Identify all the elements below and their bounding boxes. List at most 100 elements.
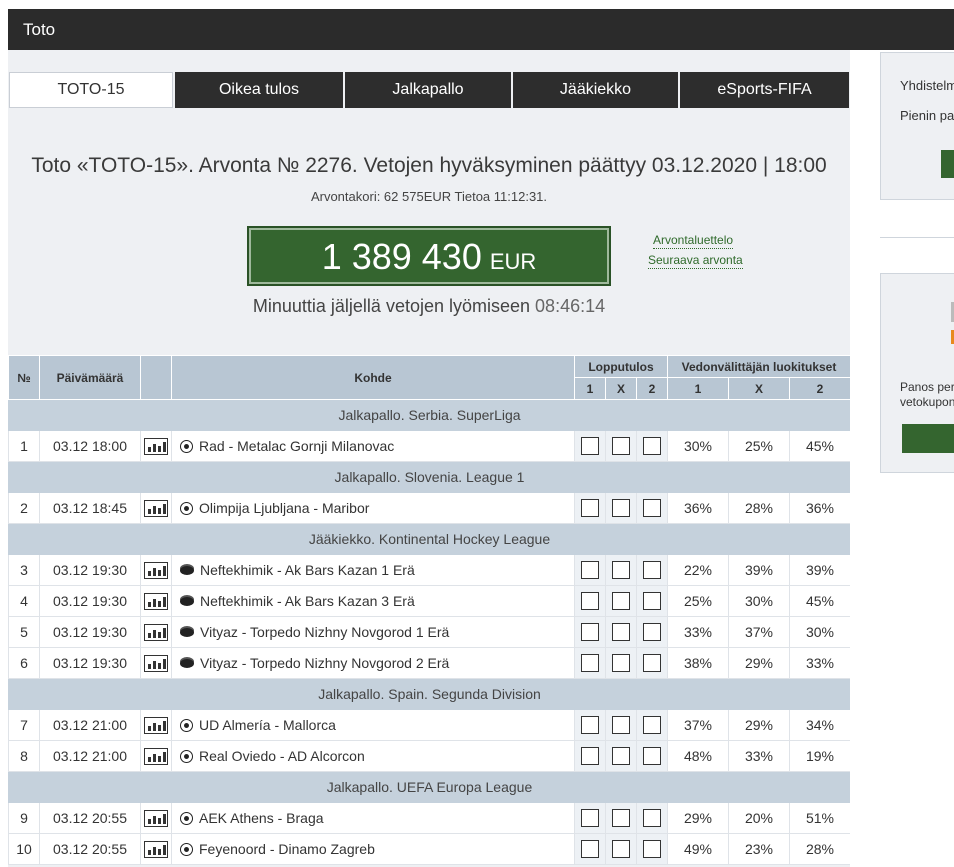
outcome-2-cell (636, 833, 668, 865)
odds-x: 28% (728, 492, 790, 524)
outcome-1-checkbox[interactable] (581, 809, 599, 828)
odds-2: 45% (789, 585, 850, 617)
odds-2: 19% (789, 740, 850, 772)
outcome-1-cell (574, 492, 606, 524)
outcome-x-checkbox[interactable] (612, 499, 630, 518)
min-stake-label: Pienin pa (900, 108, 954, 123)
panel-divider (880, 237, 954, 238)
outcome-x-checkbox[interactable] (612, 437, 630, 456)
stats-chart-icon[interactable] (144, 654, 168, 672)
outcome-2-checkbox[interactable] (643, 437, 661, 456)
outcome-2-checkbox[interactable] (643, 716, 661, 735)
outcome-x-checkbox[interactable] (612, 592, 630, 611)
outcome-1-checkbox[interactable] (581, 437, 599, 456)
outcome-x-checkbox[interactable] (612, 623, 630, 642)
tab-esports-fifa[interactable]: eSports-FIFA (680, 72, 849, 108)
outcome-1-checkbox[interactable] (581, 716, 599, 735)
hockey-puck-icon (180, 659, 194, 668)
outcome-2-checkbox[interactable] (643, 809, 661, 828)
event-name: UD Almería - Mallorca (199, 717, 336, 733)
outcome-x-checkbox[interactable] (612, 747, 630, 766)
league-group-row: Jalkapallo. UEFA Europa League (8, 771, 850, 803)
hockey-puck-icon (180, 566, 194, 575)
stats-chart-icon[interactable] (144, 499, 168, 517)
event-name: Vityaz - Torpedo Nizhny Novgorod 2 Erä (200, 655, 450, 671)
outcome-x-cell (605, 430, 637, 462)
football-icon (180, 502, 193, 515)
stats-chart-icon[interactable] (144, 592, 168, 610)
stats-cell (140, 430, 172, 462)
col-header-date: Päivämäärä (39, 355, 141, 400)
outcome-1-checkbox[interactable] (581, 654, 599, 673)
stats-cell (140, 554, 172, 586)
outcome-1-checkbox[interactable] (581, 840, 599, 859)
event-cell: UD Almería - Mallorca (171, 709, 575, 741)
next-draw-link[interactable]: Seuraava arvonta (648, 253, 743, 269)
odds-x: 39% (728, 554, 790, 586)
tab-toto-15[interactable]: TOTO-15 (9, 72, 173, 108)
panel-green-button[interactable] (941, 150, 954, 178)
event-name: Neftekhimik - Ak Bars Kazan 3 Erä (200, 593, 415, 609)
tab-oikea-tulos[interactable]: Oikea tulos (175, 72, 343, 108)
outcome-2-cell (636, 585, 668, 617)
hockey-puck-icon (180, 628, 194, 637)
outcome-x-cell (605, 709, 637, 741)
outcome-x-checkbox[interactable] (612, 561, 630, 580)
outcome-1-checkbox[interactable] (581, 623, 599, 642)
event-name: Olimpija Ljubljana - Maribor (199, 500, 370, 516)
stats-chart-icon[interactable] (144, 747, 168, 765)
outcome-1-checkbox[interactable] (581, 747, 599, 766)
outcome-x-checkbox[interactable] (612, 716, 630, 735)
event-cell: Vityaz - Torpedo Nizhny Novgorod 1 Erä (171, 616, 575, 648)
match-row: 8 03.12 21:00 Real Oviedo - AD Alcorcon 48%… (8, 740, 850, 772)
tab-jalkapallo[interactable]: Jalkapallo (345, 72, 511, 108)
stats-chart-icon[interactable] (144, 623, 168, 641)
outcome-2-cell (636, 430, 668, 462)
match-date: 03.12 19:30 (39, 647, 141, 679)
football-icon (180, 812, 193, 825)
outcome-1-checkbox[interactable] (581, 561, 599, 580)
match-date: 03.12 21:00 (39, 740, 141, 772)
match-date: 03.12 18:00 (39, 430, 141, 462)
jackpot-display: 1 389 430 EUR (247, 226, 611, 286)
event-name: Neftekhimik - Ak Bars Kazan 1 Erä (200, 562, 415, 578)
title-bar: Toto (8, 9, 954, 50)
match-row: 6 03.12 19:30 Vityaz - Torpedo Nizhny Novg… (8, 647, 850, 679)
outcome-2-checkbox[interactable] (643, 623, 661, 642)
outcome-2-checkbox[interactable] (643, 840, 661, 859)
odds-x: 29% (728, 709, 790, 741)
odds-1: 38% (667, 647, 729, 679)
league-group-label: Jalkapallo. Slovenia. League 1 (8, 461, 850, 493)
outcome-2-checkbox[interactable] (643, 654, 661, 673)
outcome-2-checkbox[interactable] (643, 499, 661, 518)
football-icon (180, 719, 193, 732)
stats-chart-icon[interactable] (144, 809, 168, 827)
odds-2: 36% (789, 492, 850, 524)
col-header-final-result: Lopputulos (574, 355, 668, 378)
stats-chart-icon[interactable] (144, 561, 168, 579)
odds-2: 45% (789, 430, 850, 462)
col-header-odds-2: 2 (789, 377, 850, 400)
outcome-x-checkbox[interactable] (612, 840, 630, 859)
outcome-x-checkbox[interactable] (612, 809, 630, 828)
event-cell: Neftekhimik - Ak Bars Kazan 1 Erä (171, 554, 575, 586)
tab-jaakiekko[interactable]: Jääkiekko (513, 72, 678, 108)
outcome-1-checkbox[interactable] (581, 499, 599, 518)
stats-chart-icon[interactable] (144, 716, 168, 734)
outcome-2-checkbox[interactable] (643, 592, 661, 611)
outcome-1-checkbox[interactable] (581, 592, 599, 611)
league-group-row: Jalkapallo. Spain. Segunda Division (8, 678, 850, 710)
stats-cell (140, 492, 172, 524)
match-date: 03.12 19:30 (39, 554, 141, 586)
outcome-x-checkbox[interactable] (612, 654, 630, 673)
event-cell: Neftekhimik - Ak Bars Kazan 3 Erä (171, 585, 575, 617)
outcome-2-checkbox[interactable] (643, 747, 661, 766)
draw-list-link[interactable]: Arvontaluettelo (653, 233, 734, 249)
match-number: 6 (8, 647, 40, 679)
stats-chart-icon[interactable] (144, 437, 168, 455)
outcome-2-checkbox[interactable] (643, 561, 661, 580)
match-number: 8 (8, 740, 40, 772)
coupon-green-button[interactable] (902, 424, 954, 453)
col-header-stats (140, 355, 172, 400)
stats-chart-icon[interactable] (144, 840, 168, 858)
